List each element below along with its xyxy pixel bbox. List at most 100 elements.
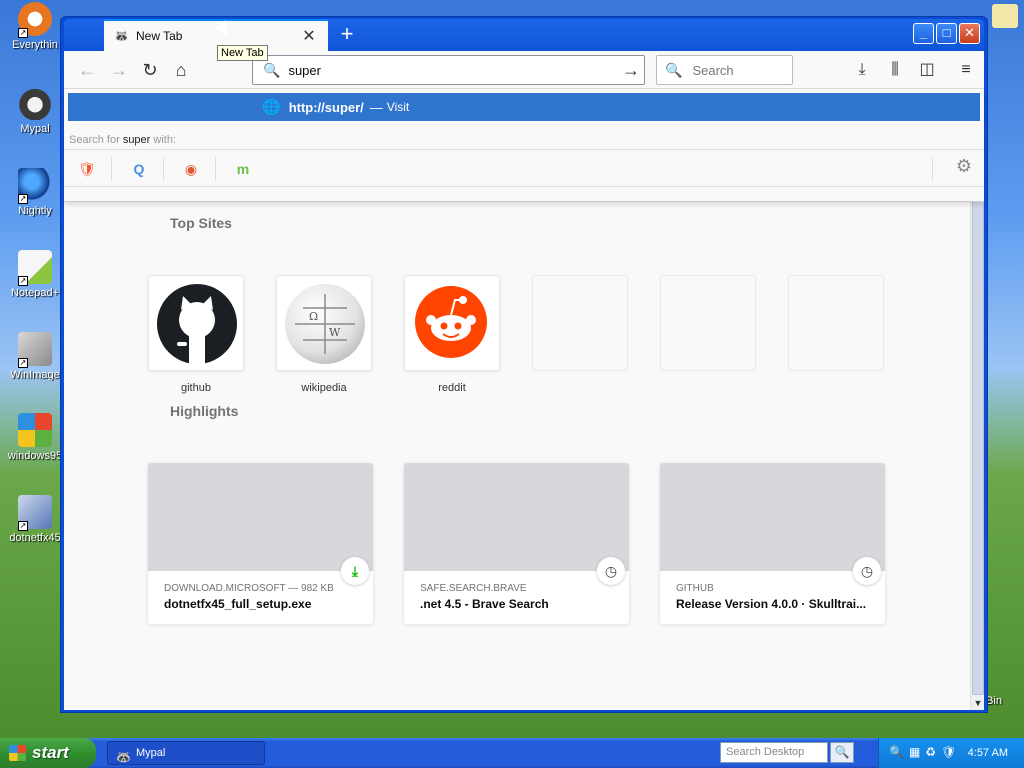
desktop-icon-label: dotnetfx45 — [9, 532, 61, 544]
search-with-label: Search for super with: — [69, 134, 176, 146]
menu-icon[interactable]: ≡ — [954, 59, 978, 81]
desktop-icon-notepad[interactable]: ↗ Notepad+ — [2, 250, 68, 299]
highlight-card[interactable]: ◷ GITHUB Release Version 4.0.0 · Skulltr… — [660, 463, 885, 624]
start-button[interactable]: start — [0, 738, 96, 768]
svg-text:Ω: Ω — [309, 310, 318, 323]
tab-close-icon[interactable]: ✕ — [300, 26, 318, 46]
windows-logo-icon — [9, 745, 26, 761]
globe-icon: 🌐 — [262, 99, 281, 116]
close-window-button[interactable]: ✕ — [959, 23, 980, 44]
library-icon[interactable]: ⫼ — [883, 59, 907, 81]
url-bar[interactable]: 🔍 super → — [252, 55, 645, 85]
recycle-bin-icon[interactable] — [992, 4, 1018, 28]
highlight-title: dotnetfx45_full_setup.exe — [164, 597, 312, 611]
nav-toolbar: ← → ↻ ⌂ 🔍 super → 🔍 Search ⤓ ⫼ ◫ ≡ — [64, 51, 984, 89]
tab-tooltip: New Tab — [217, 45, 268, 61]
clock-icon: ◷ — [853, 557, 881, 585]
qwant-search-engine-icon[interactable]: Q — [126, 156, 152, 182]
highlight-card[interactable]: ◷ SAFE.SEARCH.BRAVE .net 4.5 - Brave Sea… — [404, 463, 629, 624]
search-box[interactable]: 🔍 Search — [656, 55, 793, 85]
downloads-icon[interactable]: ⤓ — [850, 59, 874, 81]
desktop-search-input[interactable]: Search Desktop — [720, 742, 828, 763]
reload-button[interactable]: ↻ — [137, 58, 163, 82]
desktop-icon-winimage[interactable]: ↗ WinImage — [2, 332, 68, 381]
desktop-icon-mypal[interactable]: Mypal — [2, 86, 68, 135]
top-site-wikipedia[interactable]: Ω W — [276, 275, 372, 371]
tray-network-icon[interactable]: ▦ — [909, 745, 920, 759]
clock-icon: ◷ — [597, 557, 625, 585]
windows95-icon — [18, 413, 52, 447]
reddit-alien-icon — [426, 296, 476, 341]
dotnetfx-icon: ↗ — [18, 495, 52, 531]
browser-content: ← → ↻ ⌂ 🔍 super → 🔍 Search ⤓ ⫼ ◫ ≡ Top S… — [64, 51, 984, 710]
window-controls: _ □ ✕ — [913, 23, 980, 44]
taskbar-item-mypal[interactable]: 🦝 Mypal — [107, 741, 265, 765]
top-site-empty-slot[interactable] — [788, 275, 884, 371]
wikipedia-logo-icon: Ω W — [285, 284, 365, 364]
clock: 4:57 AM — [967, 747, 1008, 759]
gear-icon[interactable]: ⚙ — [956, 156, 972, 177]
desktop-icon-label: Notepad+ — [10, 287, 59, 299]
highlight-title: .net 4.5 - Brave Search — [420, 597, 549, 611]
desktop-icon-dotnetfx[interactable]: ↗ dotnetfx45 — [2, 495, 68, 544]
highlight-source: GITHUB — [676, 583, 714, 594]
suggestion-dash: — — [369, 99, 383, 115]
go-arrow-icon[interactable]: → — [618, 60, 644, 81]
start-label: start — [32, 743, 69, 762]
desktop-icon-label: Everythin — [12, 39, 58, 51]
tray-icons: 🔍 ▦ ♻ 🛡 — [889, 745, 956, 759]
mypal-icon — [18, 86, 52, 120]
taskbar-item-label: Mypal — [136, 747, 166, 759]
highlights-title: Highlights — [170, 403, 239, 419]
desktop-icon-windows95[interactable]: windows95 — [2, 413, 68, 462]
url-suggestion-popup: 🌐 http://super/ — Visit Search for super… — [64, 90, 984, 202]
recycle-bin-label: Bin — [986, 695, 1002, 707]
duckduckgo-search-engine-icon[interactable]: ◉ — [178, 156, 204, 182]
mojeek-search-engine-icon[interactable]: m — [230, 156, 256, 182]
top-site-label: wikipedia — [301, 382, 347, 394]
suggestion-url: http://super/ — [288, 99, 364, 115]
winimage-icon: ↗ — [18, 332, 52, 368]
search-icon: 🔍 — [665, 61, 683, 78]
top-site-empty-slot[interactable] — [660, 275, 756, 371]
tab-new-tab[interactable]: 🦝 New Tab ✕ — [104, 19, 328, 51]
brave-search-engine-icon[interactable]: 🛡 — [74, 156, 100, 182]
forward-button[interactable]: → — [106, 58, 132, 82]
svg-text:W: W — [329, 326, 341, 339]
wikipedia-globe-icon: Ω W — [295, 294, 355, 354]
tray-shield-icon[interactable]: 🛡 — [941, 745, 956, 759]
sidebar-icon[interactable]: ◫ — [915, 59, 939, 81]
search-icon[interactable]: 🔍 — [830, 742, 854, 763]
mypal-icon: 🦝 — [116, 750, 131, 764]
browser-window: 🦝 New Tab ✕ + _ □ ✕ ← → ↻ ⌂ 🔍 super → 🔍 … — [60, 16, 988, 713]
desktop-icon-label: WinImage — [10, 369, 60, 381]
engine-separator — [215, 157, 216, 181]
scroll-down-arrow-icon[interactable]: ▼ — [972, 697, 984, 709]
home-button[interactable]: ⌂ — [168, 58, 194, 82]
highlight-title: Release Version 4.0.0 · Skulltrai... — [676, 597, 867, 611]
desktop-icon-label: Nightly — [18, 205, 52, 217]
reddit-logo-icon — [415, 286, 487, 358]
new-tab-button[interactable]: + — [334, 22, 360, 48]
highlight-card[interactable]: ⤓ DOWNLOAD.MICROSOFT — 982 KB dotnetfx45… — [148, 463, 373, 624]
tray-search-icon[interactable]: 🔍 — [889, 745, 904, 759]
top-site-empty-slot[interactable] — [532, 275, 628, 371]
tray-app-icon[interactable]: ♻ — [925, 745, 936, 759]
highlight-thumbnail — [404, 463, 629, 571]
highlight-thumbnail — [660, 463, 885, 571]
top-sites-title: Top Sites — [170, 215, 232, 231]
nightly-icon: ↗ — [18, 168, 52, 204]
url-input[interactable]: super — [288, 63, 618, 78]
github-octocat-icon — [177, 296, 215, 364]
desktop-icon-nightly[interactable]: ↗ Nightly — [2, 168, 68, 217]
visit-url-suggestion[interactable]: 🌐 http://super/ — Visit — [68, 93, 980, 121]
maximize-button[interactable]: □ — [936, 23, 957, 44]
top-site-github[interactable] — [148, 275, 244, 371]
minimize-button[interactable]: _ — [913, 23, 934, 44]
suggestion-action: Visit — [386, 100, 410, 114]
top-site-reddit[interactable] — [404, 275, 500, 371]
top-site-label: github — [181, 382, 211, 394]
desktop-icon-everything[interactable]: ↗ Everythin — [2, 2, 68, 51]
search-for-prefix: Search for — [69, 134, 123, 146]
back-button[interactable]: ← — [74, 58, 100, 82]
